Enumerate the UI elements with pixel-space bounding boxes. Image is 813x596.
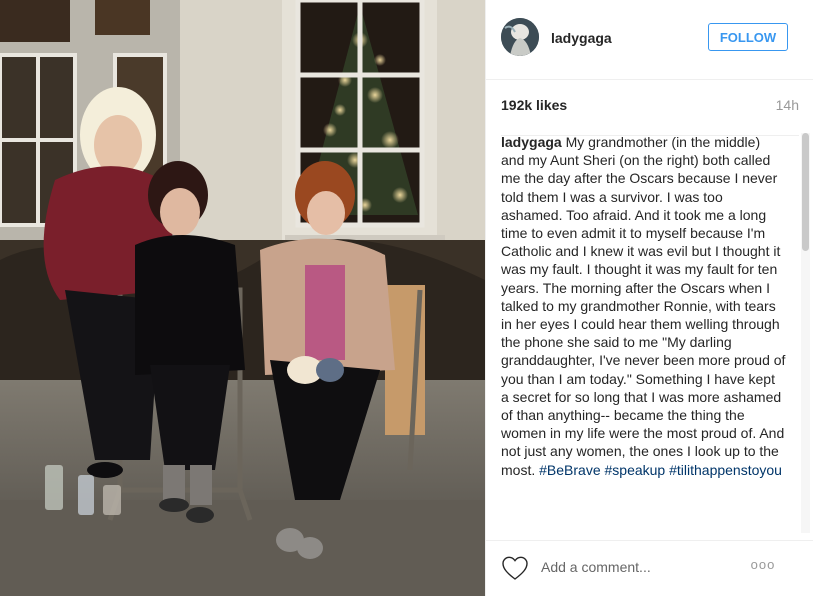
avatar-image <box>501 18 539 56</box>
more-options-icon[interactable]: ooo <box>748 557 778 577</box>
caption-username[interactable]: ladygaga <box>501 134 562 150</box>
follow-button[interactable]: FOLLOW <box>708 23 788 51</box>
scrollbar-thumb[interactable] <box>802 133 809 251</box>
comments-area: ladygaga My grandmother (in the middle) … <box>501 133 799 533</box>
comment-bar: ooo <box>486 540 813 596</box>
avatar[interactable] <box>501 18 539 56</box>
post-username[interactable]: ladygaga <box>551 30 612 46</box>
caption-text: My grandmother (in the middle) and my Au… <box>501 134 786 478</box>
comments-scrollbar[interactable] <box>801 133 810 533</box>
comment-input[interactable] <box>541 553 741 581</box>
hashtag-link[interactable]: #speakup <box>605 462 666 478</box>
instagram-post: ladygaga FOLLOW 192k likes 14h ladygaga … <box>0 0 813 596</box>
post-meta: 192k likes 14h <box>501 97 799 136</box>
post-photo[interactable] <box>0 0 485 596</box>
heart-icon[interactable] <box>501 555 529 581</box>
hashtag-link[interactable]: #tilithappenstoyou <box>669 462 782 478</box>
hashtag-link[interactable]: #BeBrave <box>539 462 600 478</box>
post-caption: ladygaga My grandmother (in the middle) … <box>501 133 786 479</box>
post-side-panel: ladygaga FOLLOW 192k likes 14h ladygaga … <box>485 0 813 596</box>
post-header: ladygaga FOLLOW <box>486 0 813 80</box>
post-timestamp[interactable]: 14h <box>776 97 799 113</box>
likes-count[interactable]: 192k likes <box>501 97 567 113</box>
photo-illustration <box>0 0 485 596</box>
